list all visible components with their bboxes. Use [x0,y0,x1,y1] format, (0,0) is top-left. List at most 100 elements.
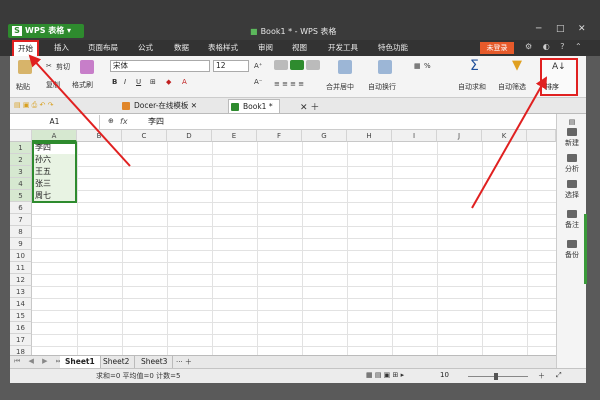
quick-access-icons[interactable]: ▤ ▣ ⎙ ↶ ↷ [14,101,53,110]
row-header[interactable]: 18 [10,346,32,355]
doc-tab-docer[interactable]: Docer-在线模板 ✕ [120,99,197,113]
align-horizontal-icons[interactable]: ≡ ≡ ≡ ≡ [274,80,304,88]
spreadsheet-grid[interactable]: A B C D E F G H I J K 1 2 3 4 5 6 7 8 9 … [10,130,556,355]
tab-review[interactable]: 审阅 [258,42,273,54]
column-header[interactable]: A [32,130,77,142]
italic-icon[interactable]: I [124,78,126,86]
sheet-tab-2[interactable]: Sheet2 [98,356,136,368]
select-all-corner[interactable] [10,130,32,142]
border-icon[interactable]: ⊞ [150,78,156,86]
column-header[interactable]: G [302,130,347,142]
doc-tab-book1[interactable]: Book1 * [228,99,280,113]
wrap-text-button[interactable]: 自动换行 [368,82,396,92]
tab-table-style[interactable]: 表格样式 [208,42,238,54]
row-header[interactable]: 16 [10,322,32,334]
autofilter-icon[interactable]: ▼ [512,58,522,73]
column-header[interactable]: E [212,130,257,142]
row-header[interactable]: 12 [10,274,32,286]
pane-options-icon[interactable]: ▤ [557,118,587,126]
column-header[interactable]: B [77,130,122,142]
font-size-select[interactable]: 12 [213,60,249,72]
zoom-in-icon[interactable]: ＋ [538,371,545,381]
wrap-text-icon[interactable] [378,60,392,74]
cut-icon[interactable]: ✂ [46,62,52,70]
zoom-search-icon[interactable]: ⊕ [108,117,114,125]
autosum-icon[interactable]: Σ [470,58,479,74]
copy-button[interactable]: 复制 [46,80,60,90]
sort-button[interactable]: A↓ 排序 [540,58,578,96]
row-header[interactable]: 9 [10,238,32,250]
sheet-tab-3[interactable]: Sheet3 [136,356,174,368]
formula-input[interactable]: 李四 [148,115,164,129]
fill-color-icon[interactable]: ◆ [166,78,171,86]
tab-formulas[interactable]: 公式 [138,42,153,54]
column-header[interactable]: I [392,130,437,142]
row-header[interactable]: 10 [10,250,32,262]
sheet-nav-arrows[interactable]: ⏮ ◀ ▶ ⏭ [14,357,65,366]
column-header[interactable]: H [347,130,392,142]
row-header[interactable]: 1 [10,142,32,154]
wps-app-menu-button[interactable]: S WPS 表格 ▾ [8,24,84,38]
number-format-icon[interactable]: ▦ [414,62,421,70]
pane-new[interactable]: 新建 [557,128,587,148]
zoom-slider-knob[interactable] [494,373,498,380]
column-header[interactable]: K [482,130,527,142]
row-header[interactable]: 15 [10,310,32,322]
fx-icon[interactable]: fx [120,115,128,129]
tab-page-layout[interactable]: 页面布局 [88,42,118,54]
view-mode-icons[interactable]: ▦ ▤ ▣ ⊞ ▸ [366,371,404,379]
pane-analyze[interactable]: 分析 [557,154,587,174]
name-box[interactable]: A1 [10,115,100,129]
paste-icon[interactable] [18,60,32,74]
row-header[interactable]: 14 [10,298,32,310]
align-top-icon[interactable] [274,60,288,70]
row-header[interactable]: 5 [10,190,32,202]
underline-icon[interactable]: U [136,78,141,86]
row-header[interactable]: 13 [10,286,32,298]
tab-developer[interactable]: 开发工具 [328,42,358,54]
align-middle-icon[interactable] [290,60,304,70]
pane-select[interactable]: 选择 [557,180,587,200]
format-painter-icon[interactable] [80,60,94,74]
add-sheet-icon[interactable]: ··· ＋ [176,357,192,367]
zoom-fit-icon[interactable]: ⤢ [556,371,562,380]
paste-button[interactable]: 粘贴 [16,82,30,92]
tab-view[interactable]: 视图 [292,42,307,54]
font-color-icon[interactable]: A [182,78,187,86]
autosum-button[interactable]: 自动求和 [458,82,486,92]
zoom-slider[interactable] [468,376,528,377]
font-name-select[interactable]: 宋体 [110,60,210,72]
pane-backup[interactable]: 备份 [557,240,587,260]
row-header[interactable]: 6 [10,202,32,214]
decrease-font-icon[interactable]: A⁻ [254,78,262,86]
pane-notes[interactable]: 备注 [557,210,587,230]
toolbar-icons[interactable]: ⚙ ◐ ? ⌃ [525,42,586,51]
align-bottom-icon[interactable] [306,60,320,70]
row-header[interactable]: 2 [10,154,32,166]
row-header[interactable]: 4 [10,178,32,190]
bold-icon[interactable]: B [112,78,117,86]
minimize-button[interactable]: ─ [536,24,541,34]
cut-button[interactable]: 剪切 [56,62,70,72]
autofilter-button[interactable]: 自动筛选 [498,82,526,92]
tab-data[interactable]: 数据 [174,42,189,54]
format-painter-button[interactable]: 格式刷 [72,80,93,90]
login-button[interactable]: 未登录 [480,42,514,54]
row-header[interactable]: 8 [10,226,32,238]
merge-center-icon[interactable] [338,60,352,74]
sheet-tab-1[interactable]: Sheet1 [60,356,101,368]
increase-font-icon[interactable]: A⁺ [254,62,262,70]
tab-features[interactable]: 特色功能 [378,42,408,54]
column-header[interactable]: D [167,130,212,142]
column-header[interactable]: C [122,130,167,142]
new-tab-icon[interactable]: ✕ ＋ [300,100,319,113]
percent-button[interactable]: % [424,62,431,70]
pane-scroll-indicator[interactable] [584,214,587,284]
row-header[interactable]: 7 [10,214,32,226]
row-header[interactable]: 11 [10,262,32,274]
merge-center-button[interactable]: 合并居中 [326,82,354,92]
maximize-button[interactable]: □ [556,24,565,34]
row-header[interactable]: 17 [10,334,32,346]
tab-insert[interactable]: 插入 [54,42,69,54]
row-header[interactable]: 3 [10,166,32,178]
